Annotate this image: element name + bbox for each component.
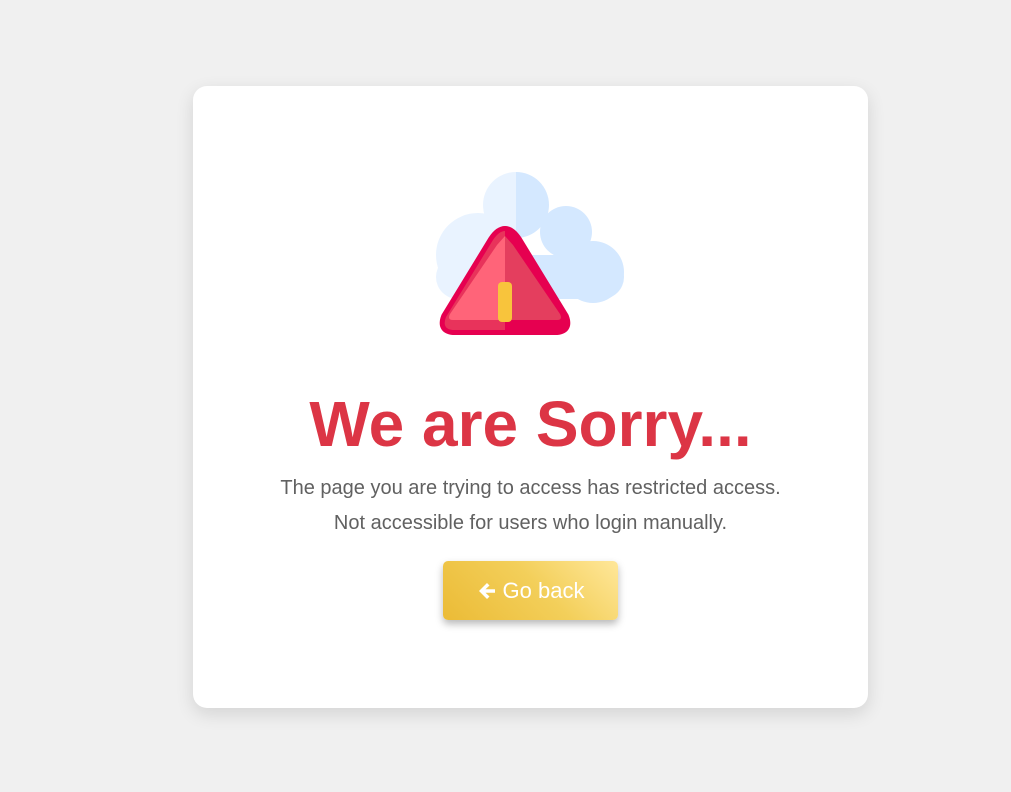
message-line-2: Not accessible for users who login manua… [333,512,728,534]
go-back-button[interactable]: Go back [443,561,618,620]
warning-illustration [436,172,624,335]
error-card: We are Sorry... The page you are trying … [193,86,868,708]
exclamation-icon [498,282,512,322]
message-line-1: The page you are trying to access has re… [280,477,781,499]
go-back-label: Go back [502,577,585,603]
page-title: We are Sorry... [309,388,752,460]
arrow-left-icon [477,581,497,601]
